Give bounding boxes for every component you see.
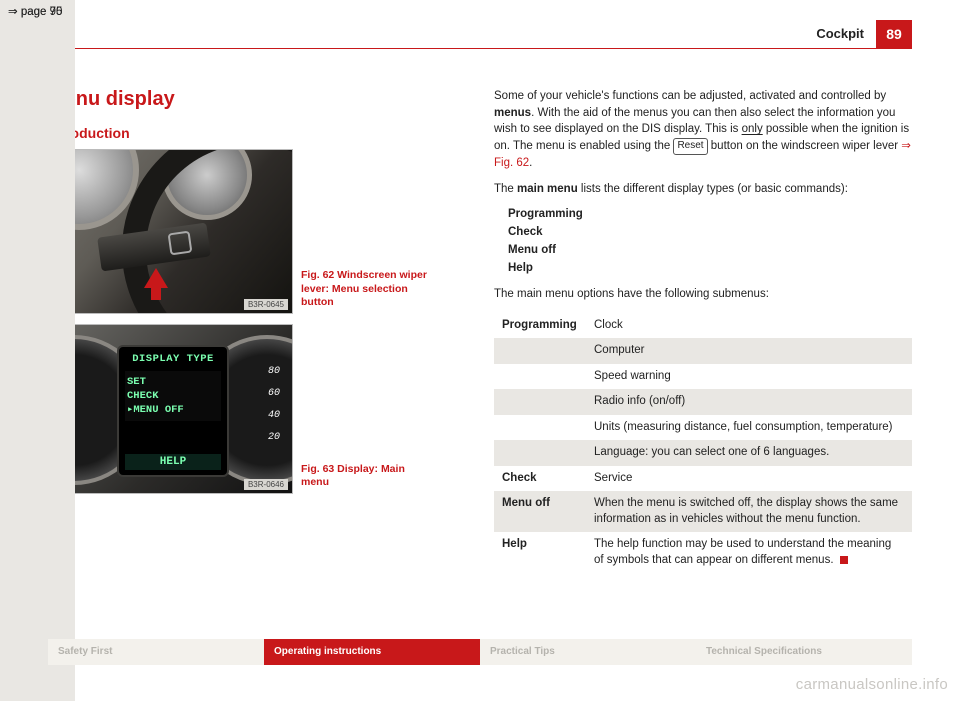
tab-practical-tips[interactable]: Practical Tips	[480, 639, 696, 665]
figure-63-code: B3R-0646	[244, 479, 288, 490]
right-column: Some of your vehicle's functions can be …	[494, 88, 912, 573]
intro-paragraph-1: Some of your vehicle's functions can be …	[494, 88, 912, 171]
figure-62-image: B3R-0645	[48, 149, 293, 314]
figure-63: 80 60 40 20 DISPLAY TYPE SET CHECK ▸MENU…	[48, 324, 466, 494]
bottom-tabs: Safety First Operating instructions Prac…	[48, 639, 912, 665]
table-row-label	[494, 415, 586, 441]
menu-list-item: Help	[508, 262, 912, 274]
figure-62-code: B3R-0645	[244, 299, 288, 310]
header-section-title: Cockpit	[816, 20, 876, 48]
table-row: Computer⇒ page 90	[494, 338, 912, 364]
submenu-table: ProgrammingClock⇒ page 90Computer⇒ page …	[494, 313, 912, 574]
tab-technical-specifications[interactable]: Technical Specifications	[696, 639, 912, 665]
table-row-mid: Clock	[586, 313, 912, 339]
figure-62-caption: Fig. 62 Windscreen wiper lever: Menu sel…	[301, 269, 431, 314]
table-row-mid: Speed warning	[586, 364, 912, 390]
tab-safety-first[interactable]: Safety First	[48, 639, 264, 665]
page-header: Cockpit89	[816, 20, 912, 48]
figure-63-caption: Fig. 63 Display: Main menu	[301, 463, 431, 494]
table-row-label	[494, 338, 586, 364]
table-row: CheckService⇒ page 75	[494, 466, 912, 492]
table-row: Radio info (on/off)	[494, 389, 912, 415]
dis-item: SET	[127, 375, 219, 389]
main-menu-list: Programming Check Menu off Help	[508, 208, 912, 274]
table-row-mid: Units (measuring distance, fuel consumpt…	[586, 415, 912, 441]
section-title: Menu display	[48, 88, 466, 111]
subsection-title: Introduction	[48, 125, 466, 141]
intro-paragraph-2: The main menu lists the different displa…	[494, 181, 912, 198]
table-row-label: Check	[494, 466, 586, 492]
figure-62: B3R-0645 Fig. 62 Windscreen wiper lever:…	[48, 149, 466, 314]
content-columns: Menu display Introduction B3R-0645	[48, 88, 912, 573]
page-number: 89	[876, 20, 912, 48]
dis-items: SET CHECK ▸MENU OFF	[125, 371, 221, 421]
table-row-desc: The help function may be used to underst…	[586, 532, 912, 573]
table-row: Menu offWhen the menu is switched off, t…	[494, 491, 912, 532]
header-rule	[48, 48, 912, 49]
intro-paragraph-3: The main menu options have the following…	[494, 286, 912, 303]
dis-screen: DISPLAY TYPE SET CHECK ▸MENU OFF HELP	[117, 345, 229, 477]
arrow-up-icon	[144, 268, 168, 288]
table-row-label	[494, 389, 586, 415]
left-column: Menu display Introduction B3R-0645	[48, 88, 466, 573]
table-row-mid: Radio info (on/off)	[586, 389, 912, 415]
table-row-desc: When the menu is switched off, the displ…	[586, 491, 912, 532]
table-row-mid: Computer	[586, 338, 912, 364]
table-row: Units (measuring distance, fuel consumpt…	[494, 415, 912, 441]
menu-list-item: Menu off	[508, 244, 912, 256]
table-row-label	[494, 440, 586, 466]
table-row-label	[494, 364, 586, 390]
gauge-ticks: 80 60 40 20	[268, 361, 280, 449]
page: Cockpit89 Menu display Introduction	[0, 0, 960, 701]
tab-operating-instructions[interactable]: Operating instructions	[264, 639, 480, 665]
table-row: HelpThe help function may be used to und…	[494, 532, 912, 573]
table-row-label: Menu off	[494, 491, 586, 532]
menu-list-item: Programming	[508, 208, 912, 220]
dis-title: DISPLAY TYPE	[125, 353, 221, 365]
table-row: Speed warning⇒ page 83	[494, 364, 912, 390]
reset-button-label: Reset	[673, 138, 707, 155]
dis-help: HELP	[125, 454, 221, 470]
dis-item: CHECK	[127, 389, 219, 403]
dis-item: ▸MENU OFF	[127, 403, 219, 417]
table-row-mid: Service	[586, 466, 912, 492]
table-row: ProgrammingClock⇒ page 90	[494, 313, 912, 339]
table-row-label: Programming	[494, 313, 586, 339]
figure-63-image: 80 60 40 20 DISPLAY TYPE SET CHECK ▸MENU…	[48, 324, 293, 494]
end-square-icon	[840, 556, 848, 564]
table-row: Language: you can select one of 6 langua…	[494, 440, 912, 466]
menu-list-item: Check	[508, 226, 912, 238]
table-row-label: Help	[494, 532, 586, 573]
table-row-mid: Language: you can select one of 6 langua…	[586, 440, 912, 466]
table-row-page[interactable]: ⇒ page 75	[0, 0, 75, 701]
watermark: carmanualsonline.info	[796, 676, 948, 693]
